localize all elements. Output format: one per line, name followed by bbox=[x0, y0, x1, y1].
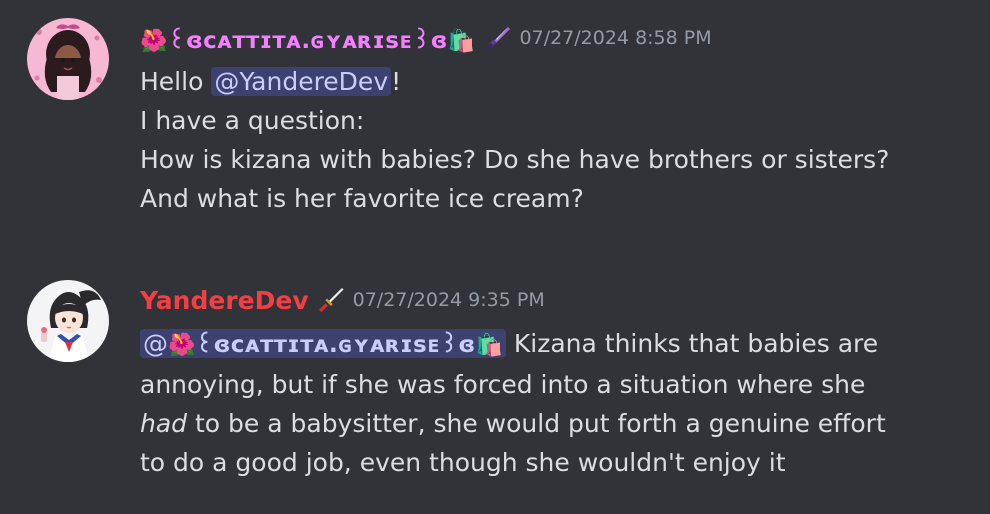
shopping-bags-emoji: 🛍️ bbox=[447, 28, 476, 54]
hibiscus-emoji: 🌺 bbox=[168, 333, 196, 358]
message-line-1: @🌺꒰ɞᴄᴀᴛᴛɪᴛᴀ.ɢʏᴀʀɪsᴇ꒱ɞ🛍️ Kizana thinks th… bbox=[140, 324, 970, 365]
author-name-text: ꒰ɞᴄᴀᴛᴛɪᴛᴀ.ɢʏᴀʀɪsᴇ꒱ɞ bbox=[167, 27, 448, 54]
avatar-yanderedev[interactable] bbox=[27, 280, 109, 362]
mention-yanderedev[interactable]: @YandereDev bbox=[211, 67, 392, 96]
avatar-yanderedev-image bbox=[27, 280, 109, 362]
message-content: @🌺꒰ɞᴄᴀᴛᴛɪᴛᴀ.ɢʏᴀʀɪsᴇ꒱ɞ🛍️ Kizana thinks th… bbox=[140, 324, 970, 482]
hibiscus-emoji: 🌺 bbox=[140, 28, 168, 54]
message-line-4: to do a good job, even though she wouldn… bbox=[140, 448, 786, 477]
message-line-1: Hello @YandereDev! bbox=[140, 62, 970, 101]
mention-cattita[interactable]: @🌺꒰ɞᴄᴀᴛᴛɪᴛᴀ.ɢʏᴀʀɪsᴇ꒱ɞ🛍️ bbox=[140, 329, 506, 358]
message-line-3: How is kizana with babies? Do she have b… bbox=[140, 145, 890, 174]
message-line-2: annoying, but if she was forced into a s… bbox=[140, 370, 866, 399]
shopping-bags-emoji: 🛍️ bbox=[475, 333, 503, 358]
message-header: YandereDev 07/27/2024 9:35 PM bbox=[140, 280, 545, 320]
text-fragment: Kizana thinks that babies are bbox=[505, 329, 879, 358]
mention-name: ꒰ɞᴄᴀᴛᴛɪᴛᴀ.ɢʏᴀʀɪsᴇ꒱ɞ bbox=[195, 332, 476, 358]
avatar-cattita-image bbox=[27, 18, 109, 100]
timestamp[interactable]: 07/27/2024 9:35 PM bbox=[353, 289, 545, 311]
message-content: Hello @YandereDev! I have a question: Ho… bbox=[140, 62, 970, 218]
author-name[interactable]: 🌺꒰ɞᴄᴀᴛᴛɪᴛᴀ.ɢʏᴀʀɪsᴇ꒱ɞ🛍️ bbox=[140, 23, 476, 54]
italic-text: had bbox=[140, 409, 188, 438]
message-line-2: I have a question: bbox=[140, 106, 365, 135]
author-name[interactable]: YandereDev bbox=[140, 286, 309, 315]
message-header: 🌺꒰ɞᴄᴀᴛᴛɪᴛᴀ.ɢʏᴀʀɪsᴇ꒱ɞ🛍️ 07/27/2024 8:58 P… bbox=[140, 18, 712, 58]
text-fragment: Hello bbox=[140, 67, 212, 96]
text-fragment: to be a babysitter, she would put forth … bbox=[187, 409, 886, 438]
mention-at: @ bbox=[143, 329, 168, 358]
katana-icon[interactable] bbox=[317, 286, 345, 314]
avatar-cattita[interactable] bbox=[27, 18, 109, 100]
text-fragment: ! bbox=[391, 67, 402, 96]
message-line-3: had to be a babysitter, she would put fo… bbox=[140, 404, 970, 443]
purple-knife-icon[interactable] bbox=[484, 24, 512, 52]
message-line-4: And what is her favorite ice cream? bbox=[140, 184, 584, 213]
timestamp[interactable]: 07/27/2024 8:58 PM bbox=[520, 27, 712, 49]
